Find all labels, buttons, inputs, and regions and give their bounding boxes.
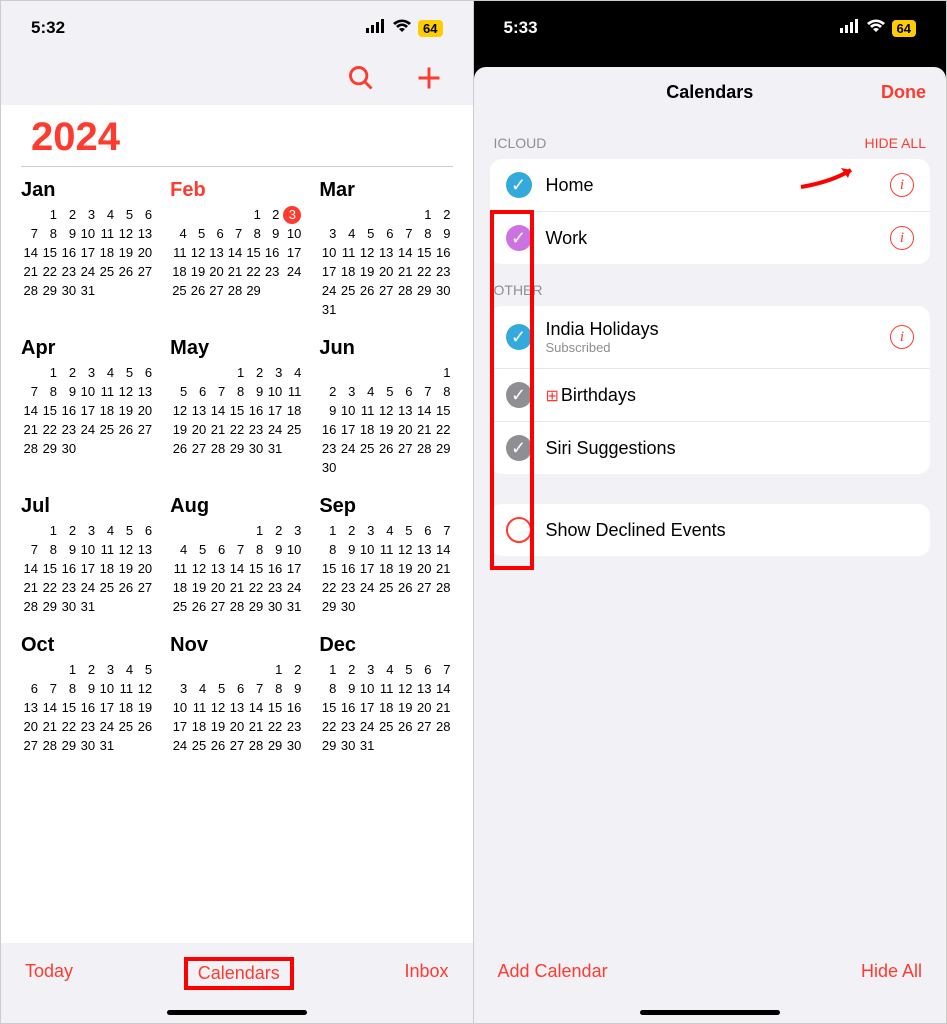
days-grid: 1234567891011121314151617181920212223242…	[170, 206, 303, 300]
days-grid: 1234567891011121314151617181920212223242…	[21, 522, 154, 616]
days-grid: 1234567891011121314151617181920212223242…	[319, 364, 452, 477]
info-icon[interactable]: i	[890, 226, 914, 250]
arrow-annotation	[796, 162, 866, 192]
month-mar[interactable]: Mar 123456789101112131415161718192021222…	[319, 179, 452, 319]
month-name: Oct	[21, 634, 154, 657]
month-name: Nov	[170, 634, 303, 657]
days-grid: 1234567891011121314151617181920212223242…	[170, 522, 303, 616]
gift-icon: ⊞	[546, 388, 559, 405]
month-name: Jan	[21, 179, 154, 202]
calendar-label: Siri Suggestions	[546, 438, 915, 459]
month-name: Jul	[21, 495, 154, 518]
status-bar-left: 5:32 64	[1, 1, 473, 55]
wifi-icon	[866, 18, 886, 38]
month-aug[interactable]: Aug 123456789101112131415161718192021222…	[170, 495, 303, 616]
calendar-label: India Holidays	[546, 319, 877, 340]
calendar-label: Birthdays	[561, 385, 636, 405]
year-title: 2024	[21, 105, 453, 167]
info-icon[interactable]: i	[890, 173, 914, 197]
today-button[interactable]: Today	[25, 961, 73, 982]
icloud-label: ICLOUD	[494, 135, 547, 151]
info-icon[interactable]: i	[890, 325, 914, 349]
month-name: Sep	[319, 495, 452, 518]
cellular-icon	[840, 18, 860, 38]
days-grid: 1234567891011121314151617181920212223242…	[319, 661, 452, 755]
month-dec[interactable]: Dec 1234567891011121314151617181920212223…	[319, 634, 452, 755]
days-grid: 1234567891011121314151617181920212223242…	[21, 661, 154, 755]
year-view[interactable]: 2024 Jan 1234567891011121314151617181920…	[1, 105, 473, 943]
wifi-icon	[392, 18, 412, 38]
month-name: Aug	[170, 495, 303, 518]
home-indicator[interactable]	[640, 1010, 780, 1015]
status-time: 5:33	[504, 18, 538, 38]
month-apr[interactable]: Apr 123456789101112131415161718192021222…	[21, 337, 154, 477]
add-calendar-button[interactable]: Add Calendar	[498, 961, 608, 982]
declined-label: Show Declined Events	[546, 520, 915, 541]
sheet-title: Calendars	[666, 82, 753, 103]
month-may[interactable]: May 123456789101112131415161718192021222…	[170, 337, 303, 477]
month-oct[interactable]: Oct 123456789101112131415161718192021222…	[21, 634, 154, 755]
other-section-header: OTHER	[474, 264, 947, 306]
months-grid: Jan 123456789101112131415161718192021222…	[21, 179, 453, 755]
calendar-sublabel: Subscribed	[546, 340, 877, 355]
calendars-button[interactable]: Calendars	[184, 957, 294, 990]
days-grid: 1234567891011121314151617181920212223242…	[170, 364, 303, 458]
days-grid: 1234567891011121314151617181920212223242…	[21, 206, 154, 300]
sheet-header: Calendars Done	[474, 67, 947, 117]
home-indicator[interactable]	[167, 1010, 307, 1015]
search-icon[interactable]	[347, 64, 375, 97]
add-icon[interactable]	[415, 64, 443, 97]
calendar-row-birthdays[interactable]: ✓ ⊞Birthdays	[490, 369, 931, 422]
battery-indicator: 64	[418, 20, 442, 37]
calendar-label: Work	[546, 228, 877, 249]
declined-list: Show Declined Events	[490, 504, 931, 556]
status-bar-right: 5:33 64	[474, 1, 947, 55]
month-name: Apr	[21, 337, 154, 360]
status-time: 5:32	[31, 18, 65, 38]
days-grid: 1234567891011121314151617181920212223242…	[319, 522, 452, 616]
month-feb[interactable]: Feb 123456789101112131415161718192021222…	[170, 179, 303, 319]
month-name: Jun	[319, 337, 452, 360]
days-grid: 1234567891011121314151617181920212223242…	[21, 364, 154, 458]
show-declined-row[interactable]: Show Declined Events	[490, 504, 931, 556]
month-name: May	[170, 337, 303, 360]
calendars-sheet: Calendars Done ICLOUD HIDE ALL ✓ Home i …	[474, 67, 947, 1023]
done-button[interactable]: Done	[881, 82, 926, 103]
toolbar	[1, 55, 473, 105]
month-name: Dec	[319, 634, 452, 657]
month-jul[interactable]: Jul 123456789101112131415161718192021222…	[21, 495, 154, 616]
hide-all-button[interactable]: Hide All	[861, 961, 922, 982]
month-jun[interactable]: Jun 123456789101112131415161718192021222…	[319, 337, 452, 477]
month-name: Mar	[319, 179, 452, 202]
highlight-annotation	[490, 210, 534, 570]
checkmark-icon[interactable]: ✓	[506, 172, 532, 198]
icloud-section-header: ICLOUD HIDE ALL	[474, 117, 947, 159]
hide-all-button[interactable]: HIDE ALL	[865, 135, 926, 151]
status-icons: 64	[366, 18, 442, 38]
cellular-icon	[366, 18, 386, 38]
month-name: Feb	[170, 179, 303, 202]
inbox-button[interactable]: Inbox	[404, 961, 448, 982]
days-grid: 1234567891011121314151617181920212223242…	[170, 661, 303, 755]
month-sep[interactable]: Sep 1234567891011121314151617181920212223…	[319, 495, 452, 616]
month-jan[interactable]: Jan 123456789101112131415161718192021222…	[21, 179, 154, 319]
calendar-row-siri[interactable]: ✓ Siri Suggestions	[490, 422, 931, 474]
month-nov[interactable]: Nov 123456789101112131415161718192021222…	[170, 634, 303, 755]
days-grid: 1234567891011121314151617181920212223242…	[319, 206, 452, 319]
other-list: ✓ India Holidays Subscribed i ✓ ⊞Birthda…	[490, 306, 931, 474]
battery-indicator: 64	[892, 20, 916, 37]
calendar-row-work[interactable]: ✓ Work i	[490, 212, 931, 264]
calendar-row-india[interactable]: ✓ India Holidays Subscribed i	[490, 306, 931, 369]
status-icons: 64	[840, 18, 916, 38]
